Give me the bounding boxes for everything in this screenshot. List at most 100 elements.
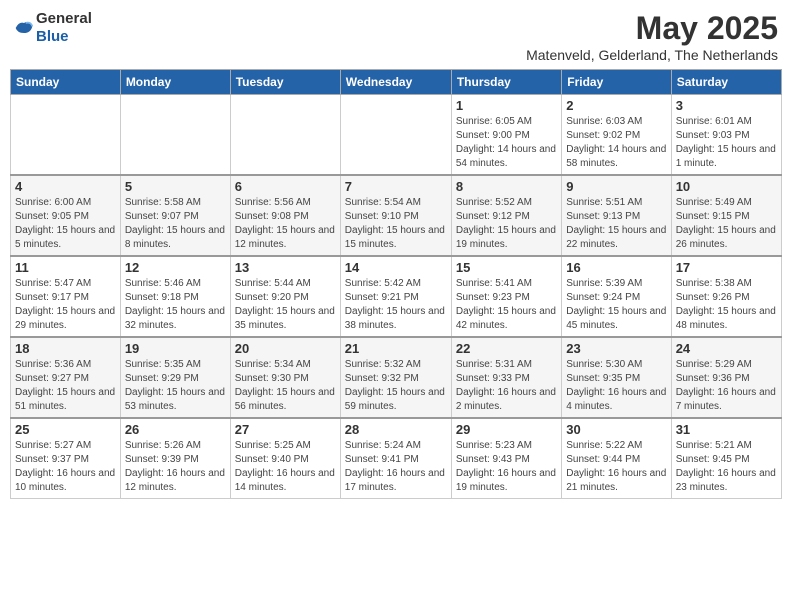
table-cell: 25 Sunrise: 5:27 AM Sunset: 9:37 PM Dayli… xyxy=(11,418,121,499)
table-cell: 21 Sunrise: 5:32 AM Sunset: 9:32 PM Dayli… xyxy=(340,337,451,418)
day-number: 5 xyxy=(125,179,226,194)
day-number: 23 xyxy=(566,341,666,356)
col-thursday: Thursday xyxy=(451,70,561,95)
day-number: 26 xyxy=(125,422,226,437)
day-number: 7 xyxy=(345,179,447,194)
table-cell: 22 Sunrise: 5:31 AM Sunset: 9:33 PM Dayli… xyxy=(451,337,561,418)
day-number: 6 xyxy=(235,179,336,194)
col-friday: Friday xyxy=(562,70,671,95)
day-info: Sunrise: 5:46 AM Sunset: 9:18 PM Dayligh… xyxy=(125,277,226,333)
location-subtitle: Matenveld, Gelderland, The Netherlands xyxy=(526,47,778,63)
table-cell: 20 Sunrise: 5:34 AM Sunset: 9:30 PM Dayli… xyxy=(230,337,340,418)
day-number: 11 xyxy=(15,260,116,275)
table-cell: 24Sunrise: 5:29 AM Sunset: 9:36 PM Dayli… xyxy=(671,337,781,418)
day-number: 21 xyxy=(345,341,447,356)
day-info: Sunrise: 5:49 AM Sunset: 9:15 PM Dayligh… xyxy=(676,196,777,252)
table-cell: 26Sunrise: 5:26 AM Sunset: 9:39 PM Dayli… xyxy=(120,418,230,499)
day-info: Sunrise: 5:21 AM Sunset: 9:45 PM Dayligh… xyxy=(676,439,777,495)
table-cell: 8 Sunrise: 5:52 AM Sunset: 9:12 PM Daylig… xyxy=(451,175,561,256)
table-cell: 1 Sunrise: 6:05 AM Sunset: 9:00 PM Daylig… xyxy=(451,95,561,176)
table-cell: 29 Sunrise: 5:23 AM Sunset: 9:43 PM Dayli… xyxy=(451,418,561,499)
day-info: Sunrise: 5:51 AM Sunset: 9:13 PM Dayligh… xyxy=(566,196,666,252)
day-number: 30 xyxy=(566,422,666,437)
day-number: 16 xyxy=(566,260,666,275)
day-number: 1 xyxy=(456,98,557,113)
table-cell: 9 Sunrise: 5:51 AM Sunset: 9:13 PM Daylig… xyxy=(562,175,671,256)
day-number: 22 xyxy=(456,341,557,356)
col-sunday: Sunday xyxy=(11,70,121,95)
table-cell: 30 Sunrise: 5:22 AM Sunset: 9:44 PM Dayli… xyxy=(562,418,671,499)
table-cell: 11Sunrise: 5:47 AM Sunset: 9:17 PM Dayli… xyxy=(11,256,121,337)
week-row-5: 25 Sunrise: 5:27 AM Sunset: 9:37 PM Dayli… xyxy=(11,418,782,499)
logo-icon xyxy=(14,18,34,38)
day-number: 14 xyxy=(345,260,447,275)
table-cell: 5 Sunrise: 5:58 AM Sunset: 9:07 PM Daylig… xyxy=(120,175,230,256)
table-cell: 28 Sunrise: 5:24 AM Sunset: 9:41 PM Dayli… xyxy=(340,418,451,499)
day-info: Sunrise: 6:01 AM Sunset: 9:03 PM Dayligh… xyxy=(676,115,777,171)
table-cell: 18Sunrise: 5:36 AM Sunset: 9:27 PM Dayli… xyxy=(11,337,121,418)
day-info: Sunrise: 5:36 AM Sunset: 9:27 PM Dayligh… xyxy=(15,358,116,414)
day-info: Sunrise: 5:32 AM Sunset: 9:32 PM Dayligh… xyxy=(345,358,447,414)
day-number: 28 xyxy=(345,422,447,437)
day-number: 9 xyxy=(566,179,666,194)
day-info: Sunrise: 5:24 AM Sunset: 9:41 PM Dayligh… xyxy=(345,439,447,495)
day-info: Sunrise: 5:58 AM Sunset: 9:07 PM Dayligh… xyxy=(125,196,226,252)
day-info: Sunrise: 5:39 AM Sunset: 9:24 PM Dayligh… xyxy=(566,277,666,333)
day-info: Sunrise: 5:34 AM Sunset: 9:30 PM Dayligh… xyxy=(235,358,336,414)
table-cell: 16 Sunrise: 5:39 AM Sunset: 9:24 PM Dayli… xyxy=(562,256,671,337)
day-number: 10 xyxy=(676,179,777,194)
week-row-1: 1 Sunrise: 6:05 AM Sunset: 9:00 PM Daylig… xyxy=(11,95,782,176)
table-cell: 2Sunrise: 6:03 AM Sunset: 9:02 PM Daylig… xyxy=(562,95,671,176)
day-info: Sunrise: 6:05 AM Sunset: 9:00 PM Dayligh… xyxy=(456,115,557,171)
day-number: 27 xyxy=(235,422,336,437)
table-cell: 13 Sunrise: 5:44 AM Sunset: 9:20 PM Dayli… xyxy=(230,256,340,337)
day-info: Sunrise: 5:31 AM Sunset: 9:33 PM Dayligh… xyxy=(456,358,557,414)
table-cell xyxy=(230,95,340,176)
day-info: Sunrise: 5:22 AM Sunset: 9:44 PM Dayligh… xyxy=(566,439,666,495)
day-info: Sunrise: 5:27 AM Sunset: 9:37 PM Dayligh… xyxy=(15,439,116,495)
logo-text-general: General xyxy=(36,10,92,27)
page-header: General Blue May 2025 Matenveld, Gelderl… xyxy=(10,10,782,63)
day-number: 25 xyxy=(15,422,116,437)
day-info: Sunrise: 5:42 AM Sunset: 9:21 PM Dayligh… xyxy=(345,277,447,333)
table-cell: 31 Sunrise: 5:21 AM Sunset: 9:45 PM Dayli… xyxy=(671,418,781,499)
day-info: Sunrise: 5:54 AM Sunset: 9:10 PM Dayligh… xyxy=(345,196,447,252)
month-title: May 2025 xyxy=(526,10,778,47)
day-number: 3 xyxy=(676,98,777,113)
day-number: 20 xyxy=(235,341,336,356)
day-number: 8 xyxy=(456,179,557,194)
table-cell xyxy=(340,95,451,176)
table-cell: 3 Sunrise: 6:01 AM Sunset: 9:03 PM Daylig… xyxy=(671,95,781,176)
table-cell: 12 Sunrise: 5:46 AM Sunset: 9:18 PM Dayli… xyxy=(120,256,230,337)
calendar-table: Sunday Monday Tuesday Wednesday Thursday… xyxy=(10,69,782,499)
day-info: Sunrise: 5:35 AM Sunset: 9:29 PM Dayligh… xyxy=(125,358,226,414)
col-wednesday: Wednesday xyxy=(340,70,451,95)
day-info: Sunrise: 5:44 AM Sunset: 9:20 PM Dayligh… xyxy=(235,277,336,333)
day-info: Sunrise: 5:29 AM Sunset: 9:36 PM Dayligh… xyxy=(676,358,777,414)
col-tuesday: Tuesday xyxy=(230,70,340,95)
col-saturday: Saturday xyxy=(671,70,781,95)
day-info: Sunrise: 5:25 AM Sunset: 9:40 PM Dayligh… xyxy=(235,439,336,495)
day-info: Sunrise: 5:52 AM Sunset: 9:12 PM Dayligh… xyxy=(456,196,557,252)
table-cell: 17 Sunrise: 5:38 AM Sunset: 9:26 PM Dayli… xyxy=(671,256,781,337)
table-cell: 19 Sunrise: 5:35 AM Sunset: 9:29 PM Dayli… xyxy=(120,337,230,418)
week-row-3: 11Sunrise: 5:47 AM Sunset: 9:17 PM Dayli… xyxy=(11,256,782,337)
week-row-4: 18Sunrise: 5:36 AM Sunset: 9:27 PM Dayli… xyxy=(11,337,782,418)
day-info: Sunrise: 5:38 AM Sunset: 9:26 PM Dayligh… xyxy=(676,277,777,333)
header-row: Sunday Monday Tuesday Wednesday Thursday… xyxy=(11,70,782,95)
day-number: 31 xyxy=(676,422,777,437)
table-cell: 10 Sunrise: 5:49 AM Sunset: 9:15 PM Dayli… xyxy=(671,175,781,256)
day-number: 19 xyxy=(125,341,226,356)
table-cell: 23 Sunrise: 5:30 AM Sunset: 9:35 PM Dayli… xyxy=(562,337,671,418)
day-number: 12 xyxy=(125,260,226,275)
day-number: 13 xyxy=(235,260,336,275)
day-info: Sunrise: 5:30 AM Sunset: 9:35 PM Dayligh… xyxy=(566,358,666,414)
day-number: 15 xyxy=(456,260,557,275)
day-number: 29 xyxy=(456,422,557,437)
table-cell: 15Sunrise: 5:41 AM Sunset: 9:23 PM Dayli… xyxy=(451,256,561,337)
title-block: May 2025 Matenveld, Gelderland, The Neth… xyxy=(526,10,778,63)
day-info: Sunrise: 5:23 AM Sunset: 9:43 PM Dayligh… xyxy=(456,439,557,495)
day-number: 17 xyxy=(676,260,777,275)
day-info: Sunrise: 6:00 AM Sunset: 9:05 PM Dayligh… xyxy=(15,196,116,252)
table-cell: 6Sunrise: 5:56 AM Sunset: 9:08 PM Daylig… xyxy=(230,175,340,256)
